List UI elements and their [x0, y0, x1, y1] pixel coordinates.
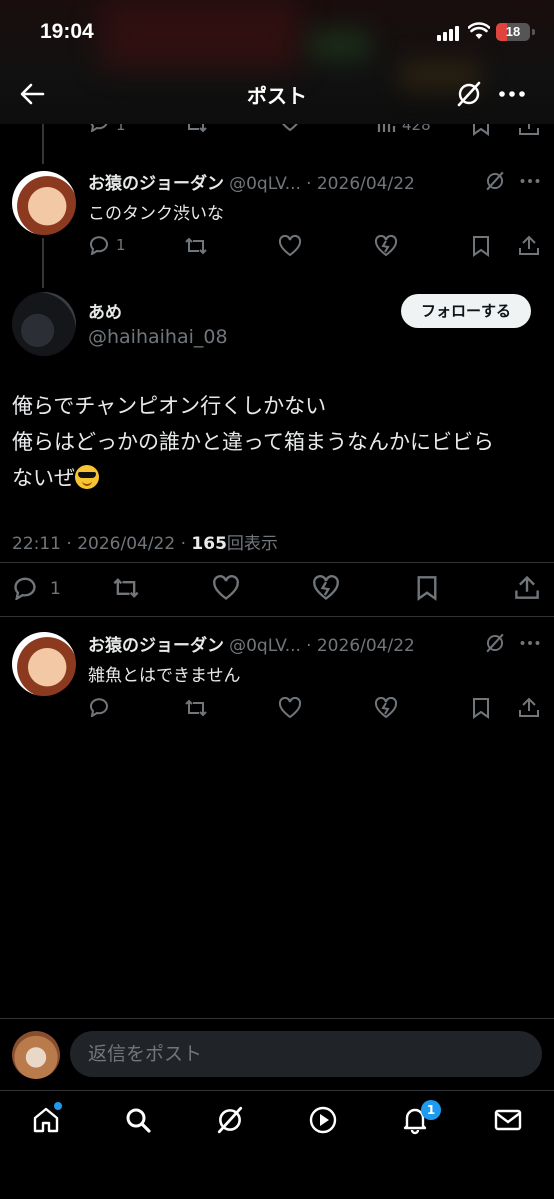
more-options-icon[interactable]	[519, 172, 541, 190]
like-icon[interactable]	[278, 697, 302, 719]
status-bar: 19:04 18	[0, 0, 554, 64]
bookmark-icon[interactable]	[472, 235, 490, 257]
author-handle[interactable]: @0qLV...	[229, 174, 301, 194]
bottom-tab-bar: 1	[0, 1090, 554, 1199]
reply-count: 1	[116, 236, 126, 254]
thread-line	[42, 238, 44, 288]
repost-icon[interactable]	[184, 236, 208, 256]
status-time: 19:04	[40, 20, 94, 43]
messages-mail-icon[interactable]	[493, 1105, 523, 1135]
grok-icon[interactable]	[455, 80, 483, 108]
header: ポスト	[0, 64, 554, 124]
post-text: このタンク渋いな	[88, 204, 224, 224]
reply-count: 1	[50, 579, 61, 599]
wifi-icon	[468, 22, 490, 39]
post-text-line: ないぜ	[12, 466, 75, 490]
avatar	[12, 1031, 60, 1079]
dislike-icon[interactable]	[374, 235, 398, 257]
post-date: · 2026/04/22	[306, 636, 415, 656]
view-count[interactable]: 165	[191, 534, 227, 554]
divider	[0, 616, 554, 617]
avatar[interactable]	[12, 292, 76, 356]
post-text: 雑魚とはできません	[88, 666, 241, 686]
author-name[interactable]: お猿のジョーダン	[88, 636, 224, 656]
post-text: 俺らでチャンピオン行くしかない 俺らはどっかの誰かと違って箱まうなんかにビビら …	[12, 388, 542, 496]
reply-icon[interactable]	[88, 235, 110, 255]
author-handle[interactable]: @0qLV...	[229, 636, 301, 656]
post-text-line: 俺らはどっかの誰かと違って箱まうなんかにビビら	[12, 430, 494, 454]
bookmark-icon[interactable]	[472, 697, 490, 719]
author-name[interactable]: お猿のジョーダン	[88, 174, 224, 194]
notifications-badge: 1	[421, 1100, 441, 1120]
home-unread-dot	[54, 1102, 62, 1110]
view-label: 回表示	[226, 534, 278, 554]
post-timestamp: 22:11 · 2026/04/22 ·	[12, 534, 192, 554]
dislike-icon[interactable]	[312, 575, 340, 601]
author-name[interactable]: あめ	[88, 298, 122, 323]
share-icon[interactable]	[514, 574, 540, 600]
top-bar: 19:04 18 ポスト	[0, 0, 554, 124]
follow-button[interactable]: フォローする	[401, 294, 531, 328]
thread-line	[42, 124, 44, 164]
share-icon[interactable]	[518, 234, 540, 256]
cellular-signal-icon	[437, 25, 459, 41]
more-options-icon[interactable]	[519, 634, 541, 652]
grok-icon[interactable]	[215, 1105, 245, 1135]
reply-icon[interactable]	[88, 697, 110, 717]
share-icon[interactable]	[518, 696, 540, 718]
reply-input[interactable]: 返信をポスト	[70, 1031, 542, 1077]
repost-icon[interactable]	[112, 576, 140, 600]
divider	[0, 562, 554, 563]
post-meta: 22:11 · 2026/04/22 · 165回表示	[12, 529, 278, 554]
reply-composer: 返信をポスト	[0, 1018, 554, 1090]
avatar[interactable]	[12, 171, 76, 235]
post-date: · 2026/04/22	[306, 174, 415, 194]
post-text-line: 俺らでチャンピオン行くしかない	[12, 394, 327, 418]
reply-icon[interactable]	[12, 576, 38, 600]
battery-level: 18	[505, 24, 521, 39]
sunglasses-emoji-icon	[75, 465, 99, 489]
battery-icon: 18	[496, 23, 530, 41]
dislike-icon[interactable]	[374, 697, 398, 719]
search-icon[interactable]	[123, 1105, 153, 1135]
avatar[interactable]	[12, 632, 76, 696]
grok-icon[interactable]	[484, 632, 506, 654]
video-play-icon[interactable]	[308, 1105, 338, 1135]
bookmark-icon[interactable]	[416, 575, 438, 601]
author-handle[interactable]: @haihaihai_08	[88, 326, 228, 348]
more-options-icon[interactable]	[498, 82, 526, 106]
repost-icon[interactable]	[184, 698, 208, 718]
grok-icon[interactable]	[484, 170, 506, 192]
like-icon[interactable]	[212, 575, 240, 601]
like-icon[interactable]	[278, 235, 302, 257]
